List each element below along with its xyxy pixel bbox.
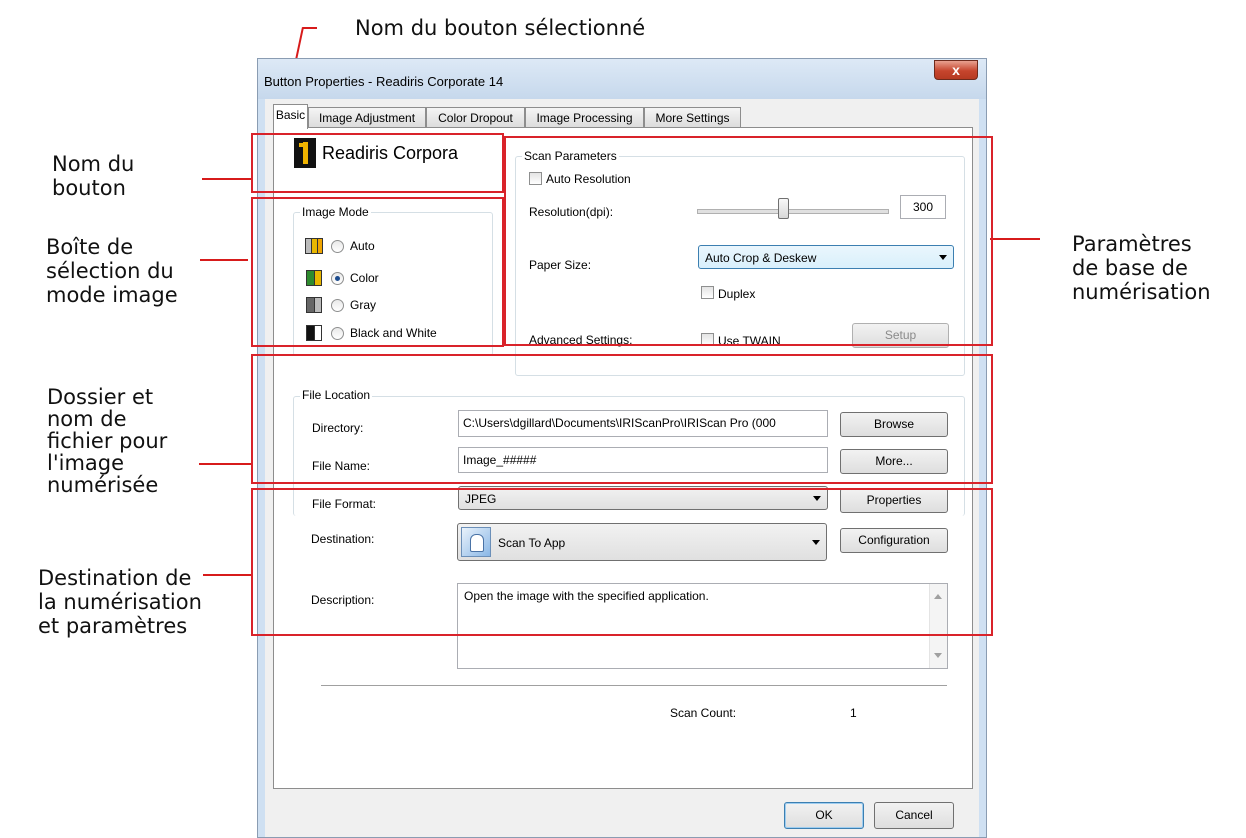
callout-button-name: Nom du bouton xyxy=(52,152,135,200)
callout-destination: Destination de la numérisation et paramètr… xyxy=(38,566,202,638)
callout-selected-button-name: Nom du bouton sélectionné xyxy=(355,16,646,40)
window-title: Button Properties - Readiris Corporate 1… xyxy=(264,74,504,89)
highlight-image-mode xyxy=(251,197,504,347)
tab-more-settings-label: More Settings xyxy=(655,111,730,125)
close-button[interactable]: x xyxy=(934,60,978,80)
callout-leader-top-v xyxy=(294,27,304,61)
title-bar[interactable]: Button Properties - Readiris Corporate 1… xyxy=(258,59,986,99)
callout-leader-button-name xyxy=(202,178,252,180)
tab-image-adjustment[interactable]: Image Adjustment xyxy=(308,107,426,127)
tab-basic-label: Basic xyxy=(275,108,306,122)
highlight-file-location xyxy=(251,354,993,484)
scan-count-label: Scan Count: xyxy=(670,706,737,720)
callout-leader-scan-params xyxy=(990,238,1040,240)
close-icon: x xyxy=(952,62,960,78)
scan-count-value: 1 xyxy=(850,706,857,720)
tab-image-processing[interactable]: Image Processing xyxy=(525,107,644,127)
scroll-down-icon[interactable] xyxy=(934,653,942,658)
tab-color-dropout-label: Color Dropout xyxy=(438,111,513,125)
tab-color-dropout[interactable]: Color Dropout xyxy=(426,107,525,127)
ok-label: OK xyxy=(815,808,833,822)
highlight-button-name xyxy=(251,133,504,193)
callout-leader-destination xyxy=(203,574,253,576)
callout-leader-image-mode xyxy=(200,259,248,261)
tab-more-settings[interactable]: More Settings xyxy=(644,107,741,127)
callout-leader-top-h xyxy=(303,27,317,29)
cancel-button[interactable]: Cancel xyxy=(874,802,954,829)
tab-basic[interactable]: Basic xyxy=(273,104,308,129)
highlight-destination xyxy=(251,488,993,636)
callout-image-mode: Boîte de sélection du mode image xyxy=(46,235,178,307)
highlight-scan-parameters xyxy=(504,136,993,346)
ok-button[interactable]: OK xyxy=(784,802,864,829)
cancel-label: Cancel xyxy=(895,808,933,822)
callout-basic-scan-params: Paramètres de base de numérisation xyxy=(1072,232,1211,304)
tab-image-processing-label: Image Processing xyxy=(536,111,633,125)
callout-folder-filename: Dossier et nom de fichier pour l'image numér… xyxy=(47,385,168,497)
callout-leader-folder xyxy=(199,463,253,465)
tab-image-adjustment-label: Image Adjustment xyxy=(318,111,416,125)
separator-line xyxy=(321,685,947,687)
